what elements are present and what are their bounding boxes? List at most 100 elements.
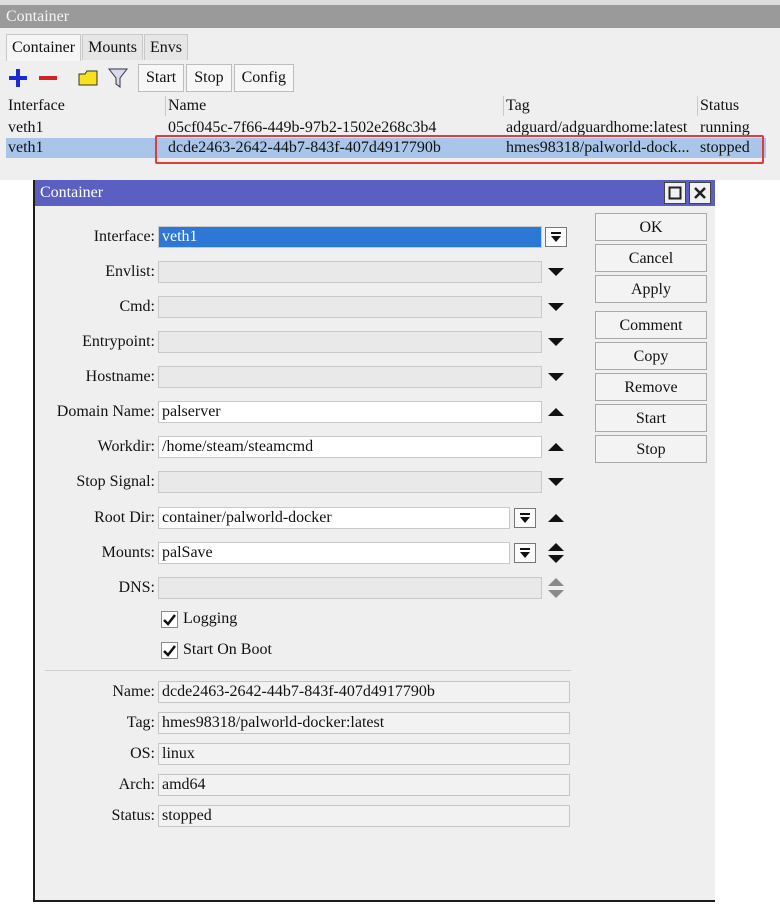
window-title: Container (0, 5, 780, 28)
mounts-label: Mounts: (101, 544, 155, 561)
info-arch-label: Arch: (118, 776, 155, 793)
dns-label: DNS: (118, 579, 155, 596)
tab-bar: Container Mounts Envs (6, 34, 189, 61)
close-icon[interactable] (689, 182, 711, 204)
row-workdir: Workdir: (35, 435, 155, 459)
copy-button[interactable]: Copy (595, 342, 707, 370)
row-hostname: Hostname: (35, 365, 155, 389)
column-status[interactable]: Status (698, 96, 780, 116)
stop-button[interactable]: Stop (595, 435, 707, 463)
info-name-label: Name: (112, 683, 155, 700)
dialog-title: Container (35, 180, 715, 206)
interface-label: Interface: (93, 228, 155, 245)
expand-down-icon[interactable] (545, 365, 567, 389)
column-interface[interactable]: Interface (6, 96, 166, 116)
domain-name-input[interactable]: palserver (158, 401, 542, 423)
row-interface: Interface: (35, 225, 155, 249)
row-info-os: OS: (35, 742, 155, 766)
tab-mounts[interactable]: Mounts (82, 34, 143, 60)
dns-input[interactable] (158, 577, 542, 599)
expand-down-icon[interactable] (545, 295, 567, 319)
logging-label: Logging (183, 610, 238, 627)
row-mounts: Mounts: (35, 541, 155, 565)
info-name-value: dcde2463-2642-44b7-843f-407d4917790b (158, 681, 570, 703)
cell-interface: veth1 (8, 119, 44, 136)
row-envlist: Envlist: (35, 260, 155, 284)
row-info-arch: Arch: (35, 773, 155, 797)
row-domain-name: Domain Name: (35, 400, 155, 424)
comment-icon[interactable] (76, 66, 100, 90)
column-tag[interactable]: Tag (504, 96, 698, 116)
mounts-input[interactable]: palSave (158, 542, 510, 564)
stop-signal-label: Stop Signal: (76, 473, 155, 490)
ok-button[interactable]: OK (595, 213, 707, 241)
row-root-dir: Root Dir: (35, 506, 155, 530)
root-dir-dropdown-icon[interactable] (514, 508, 536, 528)
hostname-label: Hostname: (85, 368, 155, 385)
start-button[interactable]: Start (595, 404, 707, 432)
interface-dropdown-icon[interactable] (545, 227, 567, 247)
add-remove-arrows-icon[interactable] (545, 541, 567, 565)
logging-checkbox[interactable] (161, 611, 178, 628)
container-list-window: Container Container Mounts Envs Start St… (0, 0, 780, 180)
workdir-input[interactable]: /home/steam/steamcmd (158, 436, 542, 458)
tab-container[interactable]: Container (6, 34, 82, 61)
stop-signal-input[interactable] (158, 471, 542, 493)
expand-down-icon[interactable] (545, 330, 567, 354)
remove-icon[interactable] (36, 66, 60, 90)
tab-envs[interactable]: Envs (144, 34, 188, 60)
maximize-icon[interactable] (664, 182, 686, 204)
add-remove-arrows-icon[interactable] (545, 576, 567, 600)
start-on-boot-label: Start On Boot (183, 641, 272, 658)
cmd-label: Cmd: (119, 298, 155, 315)
section-divider (45, 670, 571, 671)
info-os-value: linux (158, 743, 570, 765)
start-on-boot-checkbox[interactable] (161, 642, 178, 659)
row-cmd: Cmd: (35, 295, 155, 319)
entrypoint-input[interactable] (158, 331, 542, 353)
info-arch-value: amd64 (158, 774, 570, 796)
interface-select[interactable]: veth1 (158, 226, 542, 248)
collapse-up-icon[interactable] (545, 506, 567, 530)
row-info-name: Name: (35, 680, 155, 704)
row-entrypoint: Entrypoint: (35, 330, 155, 354)
highlight-annotation-box (155, 135, 764, 164)
apply-button[interactable]: Apply (595, 275, 707, 303)
stop-button[interactable]: Stop (186, 64, 232, 92)
add-icon[interactable] (6, 66, 30, 90)
hostname-input[interactable] (158, 366, 542, 388)
row-info-status: Status: (35, 804, 155, 828)
info-tag-label: Tag: (126, 714, 155, 731)
container-dialog: Container Interface: veth1 Envlist: Cmd:… (33, 180, 715, 902)
start-button[interactable]: Start (138, 64, 185, 92)
mounts-dropdown-icon[interactable] (514, 543, 536, 563)
collapse-up-icon[interactable] (545, 435, 567, 459)
info-os-label: OS: (130, 745, 155, 762)
info-status-label: Status: (111, 807, 155, 824)
collapse-up-icon[interactable] (545, 400, 567, 424)
root-dir-input[interactable]: container/palworld-docker (158, 507, 510, 529)
info-tag-value: hmes98318/palworld-docker:latest (158, 712, 570, 734)
root-dir-label: Root Dir: (94, 509, 155, 526)
entrypoint-label: Entrypoint: (82, 333, 155, 350)
row-dns: DNS: (35, 576, 155, 600)
envlist-label: Envlist: (105, 263, 155, 280)
expand-down-icon[interactable] (545, 470, 567, 494)
cancel-button[interactable]: Cancel (595, 244, 707, 272)
comment-button[interactable]: Comment (595, 311, 707, 339)
toolbar: Start Stop Config (6, 64, 295, 92)
domain-name-label: Domain Name: (56, 403, 155, 420)
workdir-label: Workdir: (97, 438, 155, 455)
remove-button[interactable]: Remove (595, 373, 707, 401)
filter-icon[interactable] (106, 66, 130, 90)
info-status-value: stopped (158, 805, 570, 827)
table-header: Interface Name Tag Status (6, 96, 780, 116)
expand-down-icon[interactable] (545, 260, 567, 284)
cell-interface: veth1 (8, 139, 44, 156)
envlist-input[interactable] (158, 261, 542, 283)
column-name[interactable]: Name (166, 96, 504, 116)
row-info-tag: Tag: (35, 711, 155, 735)
cmd-input[interactable] (158, 296, 542, 318)
config-button[interactable]: Config (233, 64, 295, 92)
row-stop-signal: Stop Signal: (35, 470, 155, 494)
